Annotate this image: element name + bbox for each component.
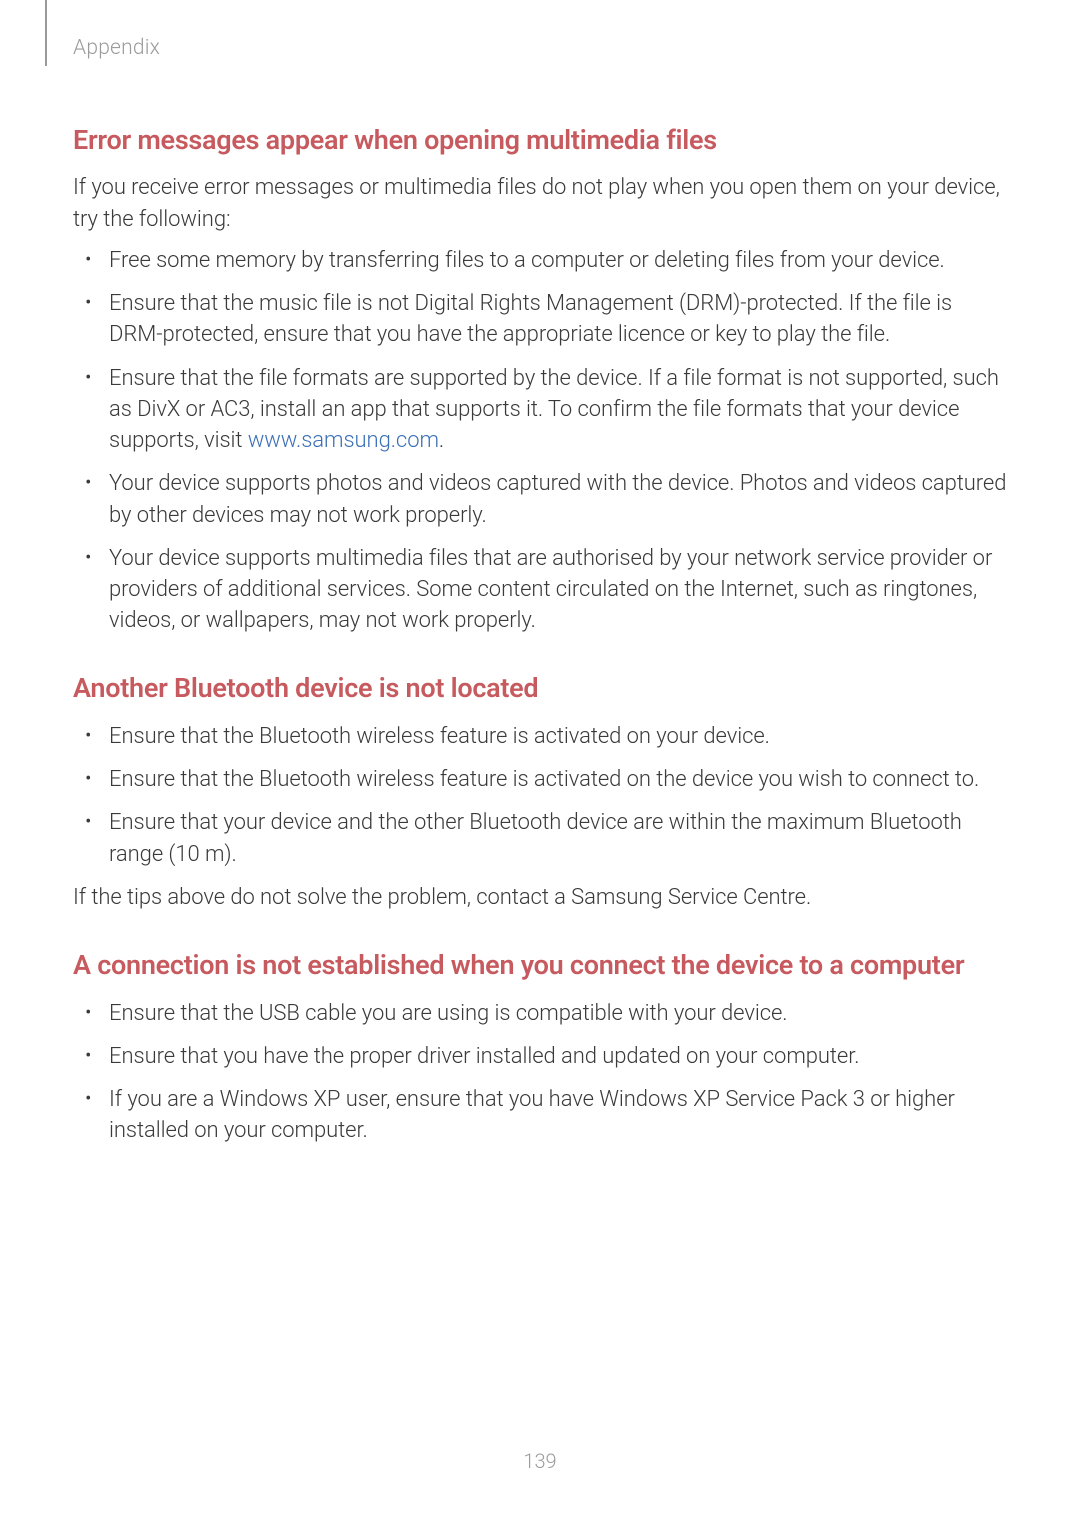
section-error-messages: Error messages appear when opening multi… xyxy=(73,122,1007,636)
page-number: 139 xyxy=(0,1449,1080,1473)
bullet-list: Ensure that the Bluetooth wireless featu… xyxy=(73,721,1007,870)
list-item-text-pre: Ensure that the file formats are support… xyxy=(109,366,999,453)
section-outro: If the tips above do not solve the probl… xyxy=(73,882,1007,913)
section-usb-connection: A connection is not established when you… xyxy=(73,947,1007,1146)
header-left-rule xyxy=(45,0,47,66)
list-item: Ensure that the Bluetooth wireless featu… xyxy=(109,764,1007,795)
page-header: Appendix xyxy=(73,30,1007,80)
list-item: Ensure that your device and the other Bl… xyxy=(109,807,1007,869)
section-heading: A connection is not established when you… xyxy=(73,947,1007,983)
list-item: Your device supports photos and videos c… xyxy=(109,468,1007,530)
list-item: Ensure that you have the proper driver i… xyxy=(109,1041,1007,1072)
samsung-link[interactable]: www.samsung.com xyxy=(248,428,439,453)
bullet-list: Ensure that the USB cable you are using … xyxy=(73,998,1007,1147)
section-heading: Error messages appear when opening multi… xyxy=(73,122,1007,158)
list-item: Ensure that the Bluetooth wireless featu… xyxy=(109,721,1007,752)
list-item: Ensure that the music file is not Digita… xyxy=(109,288,1007,350)
list-item: Ensure that the USB cable you are using … xyxy=(109,998,1007,1029)
section-bluetooth: Another Bluetooth device is not located … xyxy=(73,670,1007,913)
document-page: Appendix Error messages appear when open… xyxy=(0,0,1080,1527)
header-section-label: Appendix xyxy=(73,36,160,60)
list-item: Free some memory by transferring files t… xyxy=(109,245,1007,276)
bullet-list: Free some memory by transferring files t… xyxy=(73,245,1007,637)
list-item: If you are a Windows XP user, ensure tha… xyxy=(109,1084,1007,1146)
list-item: Your device supports multimedia files th… xyxy=(109,543,1007,637)
list-item: Ensure that the file formats are support… xyxy=(109,363,1007,457)
section-intro: If you receive error messages or multime… xyxy=(73,172,1007,234)
section-heading: Another Bluetooth device is not located xyxy=(73,670,1007,706)
list-item-text-post: . xyxy=(439,428,444,453)
